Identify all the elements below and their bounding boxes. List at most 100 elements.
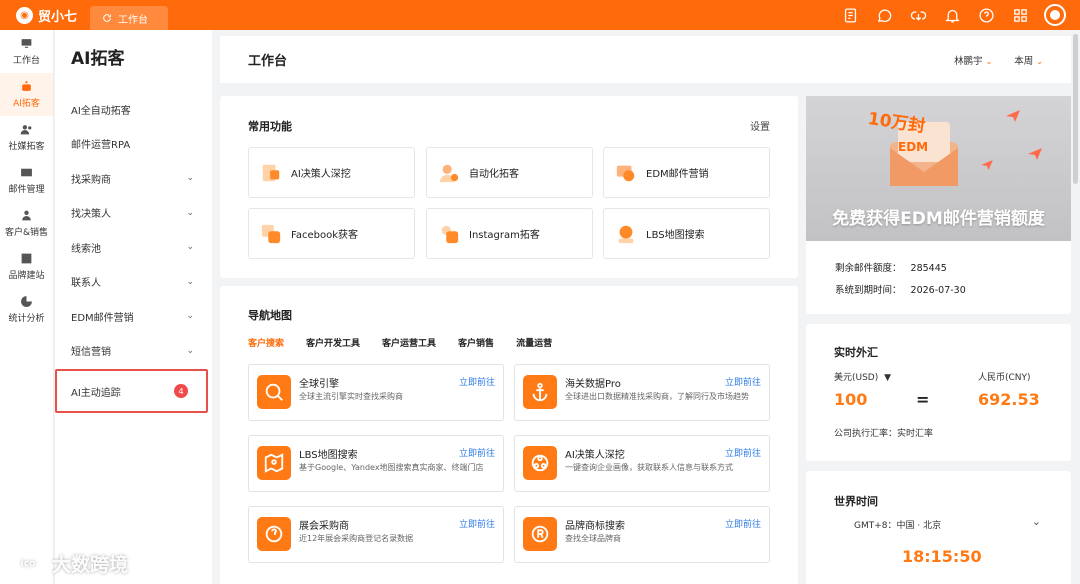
robot-icon (22, 81, 31, 91)
submenu-item-sms[interactable]: 短信营销 ⌄ (55, 334, 212, 369)
person-icon (22, 210, 31, 221)
quota-row: 剩余邮件额度： 285445 (835, 260, 947, 274)
func-label: EDM邮件营销 (646, 169, 709, 180)
banner-sub: EDM (898, 140, 929, 154)
left-rail: 工作台 AI拓客 社媒拓客 邮件管理 客户&销售 品牌建站 统计分析 (0, 30, 54, 584)
fx-from-select[interactable]: 美元(USD) ▼ (834, 370, 891, 383)
chevron-down-icon: ⌄ (985, 56, 993, 66)
func-edm[interactable]: EDM邮件营销 (603, 147, 770, 198)
chevron-down-icon: ⌄ (186, 276, 194, 287)
submenu-item-auto-leads[interactable]: AI全自动拓客 (55, 92, 212, 127)
timezone-value: GMT+8：中国 · 北京 (854, 521, 942, 531)
tab-workbench[interactable]: 工作台 (90, 6, 168, 30)
submenu-item-find-decision-makers[interactable]: 找决策人 ⌄ (55, 196, 212, 231)
go-link[interactable]: 立即前往 (725, 375, 761, 388)
world-time-title: 世界时间 (834, 495, 878, 508)
expire-label: 系统到期时间： (835, 285, 902, 296)
page-title: 工作台 (248, 54, 288, 69)
go-link[interactable]: 立即前往 (725, 517, 761, 530)
edm-banner[interactable]: 10万封 EDM 免费获得EDM邮件营销额度 (806, 96, 1071, 241)
rail-item-label: 统计分析 (8, 314, 45, 324)
bell-icon[interactable] (942, 5, 962, 25)
map-icon (257, 446, 291, 480)
whatsapp-icon[interactable] (874, 5, 894, 25)
func-label: AI决策人深挖 (291, 169, 351, 180)
settings-link[interactable]: 设置 (750, 118, 770, 133)
nav-item-customs-data[interactable]: 海关数据Pro 立即前往 全球进出口数据精准找采购商，了解同行及市场趋势 (514, 364, 770, 421)
func-instagram[interactable]: Instagram拓客 (426, 208, 593, 259)
navigation-map-card: 导航地图 客户搜索 客户开发工具 客户运营工具 客户销售 流量运营 全球引擎 立… (220, 286, 798, 584)
world-time-card: 世界时间 GMT+8：中国 · 北京 ⌄ 18:15:50 (806, 471, 1071, 584)
go-link[interactable]: 立即前往 (459, 446, 495, 459)
user-avatar[interactable] (1044, 4, 1066, 26)
go-link[interactable]: 立即前往 (459, 375, 495, 388)
expire-row: 系统到期时间： 2026-07-30 (835, 282, 966, 296)
nav-item-trademark[interactable]: 品牌商标搜索 立即前往 查找全球品牌商 (514, 506, 770, 563)
nav-item-desc: 全球进出口数据精准找采购商，了解同行及市场趋势 (565, 392, 749, 401)
paper-plane-icon (981, 160, 993, 170)
go-link[interactable]: 立即前往 (725, 446, 761, 459)
page-header: 工作台 林鹏宇 ⌄ 本周 ⌄ (220, 36, 1071, 83)
fx-note: 公司执行汇率：实时汇率 (834, 429, 934, 439)
rail-item-customers[interactable]: 客户&销售 (0, 202, 53, 245)
rail-item-mail[interactable]: 邮件管理 (0, 159, 53, 202)
chevron-down-icon: ⌄ (186, 242, 194, 253)
avatar-face-icon (1050, 10, 1060, 20)
chevron-down-icon[interactable]: ⌄ (1032, 515, 1041, 528)
help-icon[interactable] (976, 5, 996, 25)
app-name: 贸小七 (38, 9, 78, 25)
fx-from-value[interactable]: 100 (834, 390, 867, 409)
nav-item-global-engine[interactable]: 全球引擎 立即前往 全球主流引擎实时查找采购商 (248, 364, 504, 421)
nav-item-desc: 近12年展会采购商登记名录数据 (299, 534, 414, 543)
document-icon[interactable] (840, 5, 860, 25)
network-icon (523, 446, 557, 480)
tab-sales[interactable]: 客户销售 (458, 336, 494, 349)
func-lbs-map[interactable]: LBS地图搜索 (603, 208, 770, 259)
rail-item-workbench[interactable]: 工作台 (0, 30, 53, 73)
fx-from-label: 美元(USD) (834, 373, 879, 383)
nav-item-desc: 一键查询企业画像，获取联系人信息与联系方式 (565, 463, 733, 472)
chevron-down-icon: ⌄ (186, 345, 194, 356)
submenu-item-contacts[interactable]: 联系人 ⌄ (55, 265, 212, 300)
tab-ops-tools[interactable]: 客户运营工具 (382, 336, 436, 349)
facebook-icon (259, 222, 283, 246)
submenu-item-edm[interactable]: EDM邮件营销 ⌄ (55, 299, 212, 334)
rail-item-brand-site[interactable]: 品牌建站 (0, 245, 53, 288)
func-facebook[interactable]: Facebook获客 (248, 208, 415, 259)
submenu-item-lead-pool[interactable]: 线索池 ⌄ (55, 230, 212, 265)
quota-value: 285445 (910, 263, 947, 274)
scrollbar[interactable] (1073, 34, 1078, 184)
func-auto-leads[interactable]: 自动化拓客 (426, 147, 593, 198)
submenu-item-ai-tracking[interactable]: AI主动追踪 4 (55, 369, 208, 413)
submenu: AI拓客 AI全自动拓客 邮件运营RPA 找采购商 ⌄ 找决策人 ⌄ 线索池 ⌄ 联系… (55, 30, 212, 584)
period-select[interactable]: 本周 ⌄ (1014, 53, 1043, 67)
go-link[interactable]: 立即前往 (459, 517, 495, 530)
banner-title: 10万封 (866, 109, 927, 137)
nav-item-expo-buyers[interactable]: 展会采购商 立即前往 近12年展会采购商登记名录数据 (248, 506, 504, 563)
share-icon[interactable] (908, 5, 928, 25)
func-ai-decision-maker[interactable]: AI决策人深挖 (248, 147, 415, 198)
tab-traffic[interactable]: 流量运营 (516, 336, 552, 349)
func-label: LBS地图搜索 (646, 230, 705, 241)
watermark: ico 大数跨境 (8, 550, 128, 577)
rail-item-ai-leads[interactable]: AI拓客 (0, 73, 53, 116)
submenu-item-find-buyers[interactable]: 找采购商 ⌄ (55, 161, 212, 196)
tab-dev-tools[interactable]: 客户开发工具 (306, 336, 360, 349)
fx-to-label: 人民币(CNY) (978, 373, 1031, 383)
expire-value: 2026-07-30 (910, 285, 966, 296)
grid-icon[interactable] (1010, 5, 1030, 25)
submenu-item-mail-rpa[interactable]: 邮件运营RPA (55, 127, 212, 162)
trademark-icon (523, 517, 557, 551)
tab-customer-search[interactable]: 客户搜索 (248, 336, 284, 349)
user-select[interactable]: 林鹏宇 ⌄ (954, 53, 992, 67)
rail-item-social[interactable]: 社媒拓客 (0, 116, 53, 159)
rail-item-stats[interactable]: 统计分析 (0, 288, 53, 331)
map-pin-icon (614, 222, 638, 246)
brand[interactable]: ◉ 贸小七 (0, 0, 90, 30)
watermark-text: 大数跨境 (52, 554, 129, 576)
tab-workbench-label: 工作台 (118, 14, 148, 26)
quota-label: 剩余邮件额度： (835, 263, 902, 274)
nav-item-ai-decision[interactable]: AI决策人深挖 立即前往 一键查询企业画像，获取联系人信息与联系方式 (514, 435, 770, 492)
nav-item-lbs-map[interactable]: LBS地图搜索 立即前往 基于Google、Yandex地图搜索真实商家、终端门… (248, 435, 504, 492)
refresh-icon[interactable] (102, 13, 112, 23)
